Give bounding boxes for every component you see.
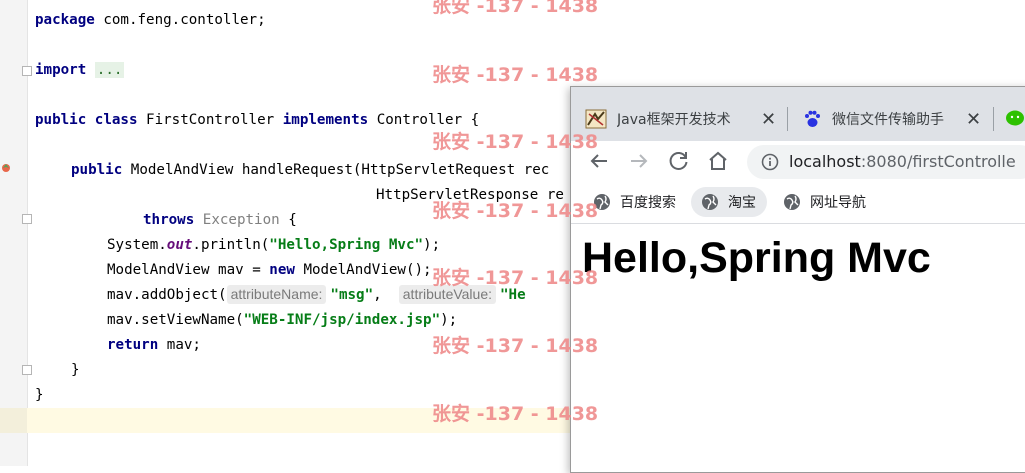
code-line-13: } [35,387,44,403]
tab-separator [787,107,788,131]
tab-wechat-transfer-label: 微信文件传输助手 [832,112,944,128]
tab-wechat[interactable] [1005,97,1025,141]
code-line-12: } [71,362,80,378]
folded-imports[interactable]: ... [94,62,125,78]
watermark: 张安 -137 - 1438 [432,335,599,357]
page-content: Hello,Spring Mvc [571,224,1025,472]
bookmark-label: 百度搜索 [620,195,676,211]
watermark: 张安 -137 - 1438 [432,267,599,289]
browser-window[interactable]: Java框架开发技术 ✕ 微信文件传输助手 ✕ localhost:8080/f… [570,86,1025,473]
code-line-6: throws Exception { [143,212,297,228]
globe-icon [784,194,800,210]
tab-separator [993,107,994,131]
watermark: 张安 -137 - 1438 [432,64,599,86]
watermark: 张安 -137 - 1438 [432,131,599,153]
code-line-7: System.out.println("Hello,Spring Mvc"); [107,237,441,253]
code-line-10: mav.setViewName("WEB-INF/jsp/index.jsp")… [107,312,458,328]
watermark: 张安 -137 - 1438 [432,0,599,17]
bookmark-taobao[interactable]: 淘宝 [691,187,767,217]
bookmark-site-navigation[interactable]: 网址导航 [779,187,870,217]
page-heading: Hello,Spring Mvc [582,234,931,282]
tab-close-icon[interactable]: ✕ [966,109,981,130]
param-hint-attribute-name: attributeName: [226,285,327,304]
globe-icon [702,194,718,210]
fold-import-icon[interactable] [22,66,32,76]
address-bar[interactable]: localhost:8080/firstControlle [747,145,1025,179]
watermark: 张安 -137 - 1438 [432,403,599,425]
code-line-11: return mav; [107,337,201,353]
tab-java-course-label: Java框架开发技术 [617,112,731,128]
tab-java-course[interactable]: Java框架开发技术 ✕ [585,97,785,141]
code-line-2: import ... [35,62,125,78]
fold-method-icon[interactable] [22,214,32,224]
bookmark-baidu-search[interactable]: 百度搜索 [589,187,680,217]
watermark: 张安 -137 - 1438 [432,200,599,222]
tab-strip: Java框架开发技术 ✕ 微信文件传输助手 ✕ [571,87,1025,141]
reload-icon[interactable] [667,149,691,173]
code-line-3: public class FirstController implements … [35,112,480,128]
tab-close-icon[interactable]: ✕ [761,109,776,130]
implements-method-icon[interactable] [1,163,11,173]
forward-arrow-icon[interactable] [627,149,651,173]
bookmark-label: 淘宝 [728,195,756,211]
bookmarks-bar: 百度搜索 淘宝 网址导航 [571,181,1025,224]
java-favicon-icon [585,109,607,129]
url-text[interactable]: localhost:8080/firstControlle [789,145,1016,179]
code-line-4: public ModelAndView handleRequest(HttpSe… [71,162,550,178]
site-info-icon[interactable] [761,153,779,171]
baidu-paw-icon [805,110,820,127]
code-line-8: ModelAndView mav = new ModelAndView(); [107,262,432,278]
wechat-icon [1006,110,1024,126]
bookmark-label: 网址导航 [810,195,866,211]
tab-wechat-transfer[interactable]: 微信文件传输助手 ✕ [803,97,993,141]
code-line-1: package com.feng.contoller; [35,12,266,28]
home-icon[interactable] [706,149,730,173]
fold-method-end-icon[interactable] [22,365,32,375]
